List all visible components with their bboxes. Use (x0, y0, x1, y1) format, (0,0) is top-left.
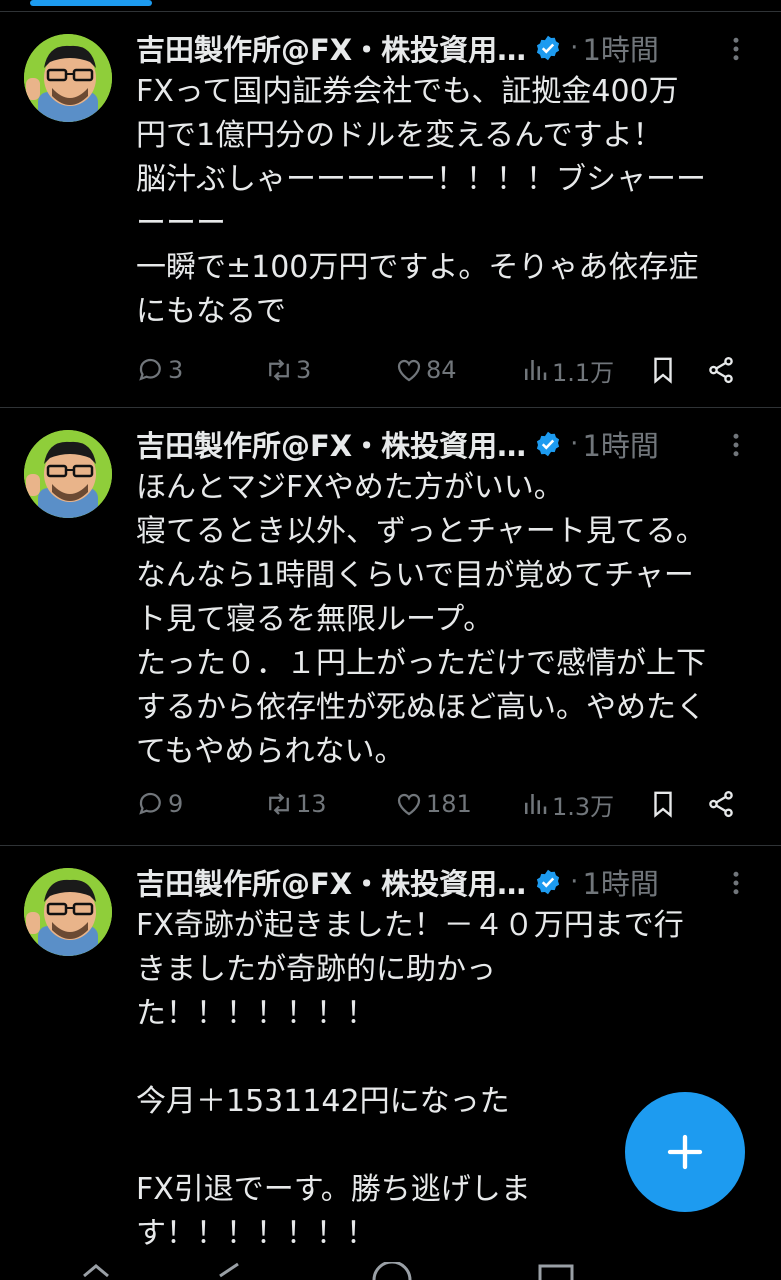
verified-badge-icon (537, 869, 560, 895)
reply-count: 3 (168, 356, 184, 384)
author-name[interactable]: 吉田製作所@FX・株投資用… (136, 861, 526, 903)
retweet-count: 13 (296, 790, 327, 818)
reply-button[interactable]: 3 (136, 355, 183, 385)
tweet-feed[interactable]: 吉田製作所@FX・株投資用… · 1時間 FXって国内証券会社でも、証拠金400… (0, 12, 781, 1280)
bookmark-button[interactable] (648, 355, 678, 385)
tweet-text: FXって国内証券会社でも、証拠金400万 円で1億円分のドルを変えるんですよ！ … (136, 74, 706, 329)
timestamp[interactable]: 1時間 (582, 423, 658, 465)
share-button[interactable] (706, 355, 736, 385)
back-nav-icon (83, 1264, 109, 1278)
comment-icon (139, 358, 161, 381)
view-count: 1.1万 (552, 358, 615, 387)
share-icon (709, 356, 733, 384)
more-vertical-icon[interactable] (721, 34, 751, 64)
bookmark-button[interactable] (648, 789, 678, 819)
author-name[interactable]: 吉田製作所@FX・株投資用… (136, 423, 526, 465)
system-navigation-bar (83, 1262, 574, 1280)
timestamp[interactable]: 1時間 (582, 861, 658, 903)
views-button[interactable]: 1.3万 (520, 787, 614, 822)
tweet[interactable]: 吉田製作所@FX・株投資用… · 1時間 ほんとマジFXやめた方がいい。 寝てる… (0, 408, 781, 846)
separator-dot: · (570, 33, 579, 63)
retweet-icon (269, 359, 289, 381)
tweet[interactable]: 吉田製作所@FX・株投資用… · 1時間 FXって国内証券会社でも、証拠金400… (0, 12, 781, 408)
more-vertical-icon[interactable] (721, 868, 751, 898)
heart-icon (397, 793, 421, 816)
like-count: 84 (426, 356, 457, 384)
home-nav-icon (372, 1262, 412, 1280)
like-button[interactable]: 84 (394, 355, 457, 385)
retweet-button[interactable]: 3 (264, 355, 311, 385)
like-button[interactable]: 181 (394, 789, 472, 819)
reply-count: 9 (168, 790, 184, 818)
views-icon (525, 360, 547, 380)
tweet[interactable]: 吉田製作所@FX・株投資用… · 1時間 FX奇跡が起きました！－４０万円まで行… (0, 846, 781, 1280)
author-name[interactable]: 吉田製作所@FX・株投資用… (136, 27, 526, 69)
like-count: 181 (426, 790, 472, 818)
avatar[interactable] (24, 34, 112, 122)
views-button[interactable]: 1.1万 (520, 353, 614, 388)
share-icon (709, 790, 733, 818)
retweet-count: 3 (296, 356, 312, 384)
bookmark-icon (654, 357, 672, 384)
tweet-text: ほんとマジFXやめた方がいい。 寝てるとき以外、ずっとチャート見てる。 なんなら… (136, 470, 706, 769)
retweet-button[interactable]: 13 (264, 789, 327, 819)
avatar[interactable] (24, 430, 112, 518)
share-button[interactable] (706, 789, 736, 819)
verified-badge-icon (537, 431, 560, 457)
view-count: 1.3万 (552, 792, 615, 821)
plus-icon (667, 1134, 703, 1170)
heart-icon (397, 359, 421, 382)
timestamp[interactable]: 1時間 (582, 27, 658, 69)
active-tab-indicator (30, 0, 152, 6)
retweet-icon (269, 793, 289, 815)
separator-dot: · (570, 867, 579, 897)
back-triangle-icon (219, 1262, 239, 1278)
compose-button[interactable] (625, 1092, 745, 1212)
avatar[interactable] (24, 868, 112, 956)
tweet-actions: 9 13 181 1.3万 (136, 784, 746, 824)
recents-nav-icon (538, 1264, 574, 1280)
tweet-actions: 3 3 84 1.1万 (136, 350, 746, 390)
verified-badge-icon (537, 35, 560, 61)
reply-button[interactable]: 9 (136, 789, 183, 819)
more-vertical-icon[interactable] (721, 430, 751, 460)
bookmark-icon (654, 791, 672, 818)
comment-icon (139, 792, 161, 815)
separator-dot: · (570, 429, 579, 459)
views-icon (525, 794, 547, 814)
timeline-screen: 吉田製作所@FX・株投資用… · 1時間 FXって国内証券会社でも、証拠金400… (0, 0, 781, 1280)
